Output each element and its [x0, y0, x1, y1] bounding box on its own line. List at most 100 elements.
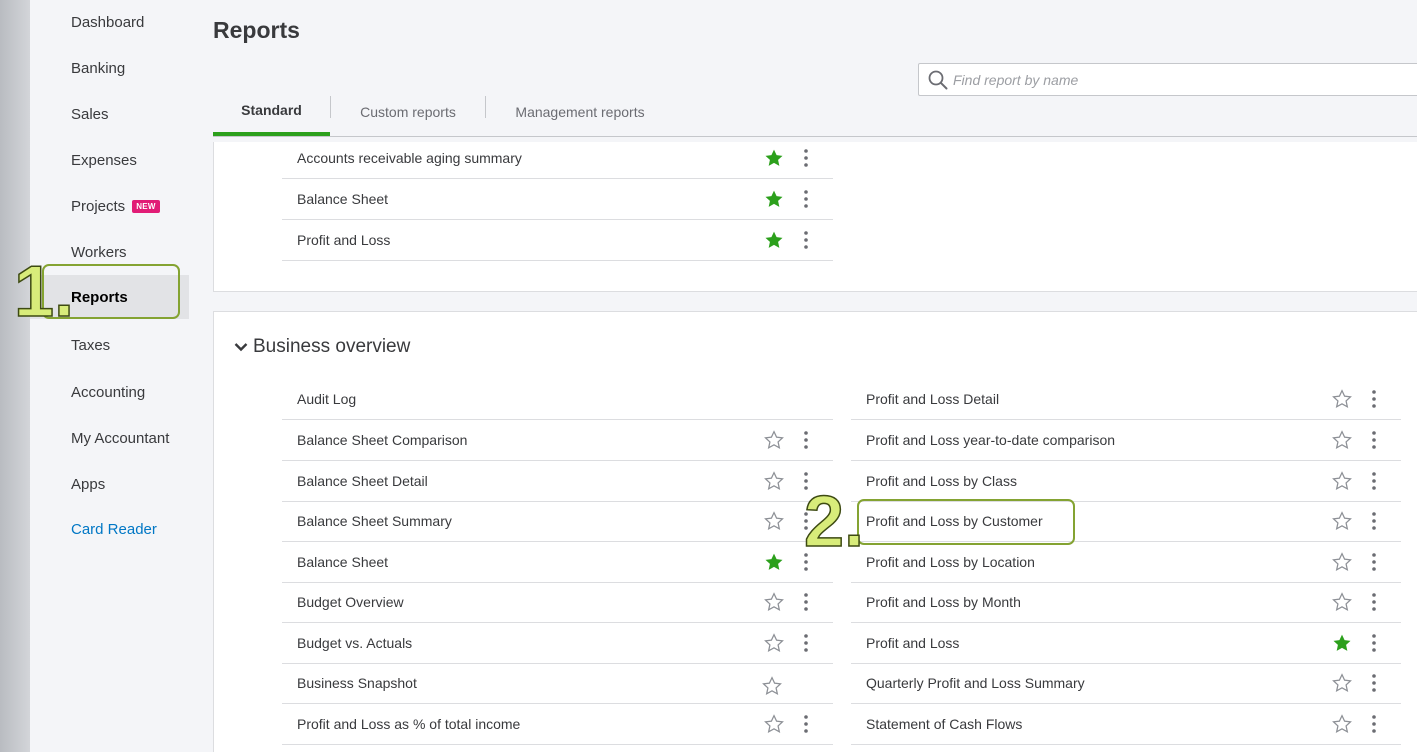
report-row: Balance Sheet Summary [282, 501, 833, 542]
sidebar-item-apps[interactable]: Apps [30, 462, 189, 506]
report-link[interactable]: Audit Log [297, 391, 356, 407]
report-link[interactable]: Profit and Loss by Location [866, 554, 1035, 570]
report-link[interactable]: Balance Sheet [297, 191, 388, 207]
report-link[interactable]: Balance Sheet Comparison [297, 432, 467, 448]
star-outline-icon[interactable] [763, 591, 785, 613]
section-toggle[interactable]: Business overview [234, 336, 410, 358]
report-row: Accounts receivable aging summary [282, 138, 833, 179]
report-link[interactable]: Profit and Loss [866, 635, 959, 651]
tabs-divider [213, 136, 1417, 137]
star-outline-icon[interactable] [1331, 388, 1353, 410]
report-link[interactable]: Profit and Loss by Month [866, 594, 1021, 610]
more-options-icon[interactable] [1369, 672, 1379, 694]
tab-label: Management reports [515, 104, 645, 120]
report-link[interactable]: Profit and Loss as % of total income [297, 716, 520, 732]
report-row: Profit and Loss as % of total income [282, 704, 833, 745]
star-outline-icon[interactable] [1331, 591, 1353, 613]
star-outline-icon[interactable] [763, 470, 785, 492]
report-row: Profit and Loss [851, 623, 1401, 664]
sidebar-item-card-reader[interactable]: Card Reader [30, 507, 189, 551]
sidebar-item-label: Accounting [71, 383, 146, 401]
more-options-icon[interactable] [801, 632, 811, 654]
star-filled-icon[interactable] [763, 551, 785, 573]
more-options-icon[interactable] [801, 429, 811, 451]
report-link[interactable]: Business Snapshot [297, 675, 417, 691]
more-options-icon[interactable] [1369, 510, 1379, 532]
report-row: Profit and Loss [282, 220, 833, 261]
star-outline-icon[interactable] [763, 632, 785, 654]
more-options-icon[interactable] [1369, 388, 1379, 410]
left-edge-bar [0, 0, 30, 752]
sidebar-item-banking[interactable]: Banking [30, 46, 189, 90]
report-row: Business Snapshot [282, 663, 833, 704]
sidebar-item-label: My Accountant [71, 429, 170, 447]
search-input[interactable] [953, 71, 1413, 88]
star-outline-icon[interactable] [763, 713, 785, 735]
tab-standard[interactable]: Standard [213, 88, 330, 136]
report-row: Balance Sheet [282, 179, 833, 220]
chevron-down-icon [234, 343, 248, 352]
report-link[interactable]: Budget Overview [297, 594, 404, 610]
report-link[interactable]: Accounts receivable aging summary [297, 150, 522, 166]
sidebar-item-expenses[interactable]: Expenses [30, 138, 189, 182]
more-options-icon[interactable] [1369, 713, 1379, 735]
report-row: Profit and Loss by Month [851, 582, 1401, 623]
report-row: Profit and Loss by Location [851, 542, 1401, 583]
sidebar-item-dashboard[interactable]: Dashboard [30, 0, 189, 44]
tab-custom-reports[interactable]: Custom reports [331, 88, 485, 136]
report-link[interactable]: Balance Sheet Summary [297, 513, 452, 529]
more-options-icon[interactable] [801, 591, 811, 613]
star-outline-icon[interactable] [1331, 713, 1353, 735]
sidebar-item-label: Apps [71, 475, 106, 493]
new-badge: NEW [132, 199, 160, 213]
more-options-icon[interactable] [1369, 551, 1379, 573]
more-options-icon[interactable] [1369, 632, 1379, 654]
sidebar-item-label: Taxes [71, 336, 111, 354]
page-title: Reports [213, 17, 300, 43]
sidebar-item-label: Card Reader [71, 520, 157, 538]
report-row: Budget vs. Actuals [282, 623, 833, 664]
star-filled-icon[interactable] [763, 147, 785, 169]
report-row: Quarterly Profit and Loss Summary [851, 663, 1401, 704]
star-filled-icon[interactable] [763, 229, 785, 251]
sidebar-item-projects[interactable]: Projects NEW [30, 184, 189, 228]
star-outline-icon[interactable] [763, 510, 785, 532]
report-row: Balance Sheet Detail [282, 461, 833, 502]
sidebar-item-my-accountant[interactable]: My Accountant [30, 416, 189, 460]
annotation-highlight-pl-by-customer [857, 499, 1075, 545]
sidebar-item-accounting[interactable]: Accounting [30, 370, 189, 414]
report-link[interactable]: Budget vs. Actuals [297, 635, 412, 651]
report-link[interactable]: Balance Sheet [297, 554, 388, 570]
report-row: Profit and Loss by Class [851, 461, 1401, 502]
star-outline-icon[interactable] [1331, 429, 1353, 451]
star-outline-icon[interactable] [1331, 672, 1353, 694]
star-filled-icon[interactable] [763, 188, 785, 210]
sidebar-item-sales[interactable]: Sales [30, 92, 189, 136]
report-link[interactable]: Profit and Loss [297, 232, 390, 248]
star-outline-icon[interactable] [763, 429, 785, 451]
more-options-icon[interactable] [1369, 591, 1379, 613]
sidebar-item-label: Dashboard [71, 13, 145, 31]
more-options-icon[interactable] [801, 188, 811, 210]
report-link[interactable]: Profit and Loss year-to-date comparison [866, 432, 1115, 448]
star-outline-icon[interactable] [1331, 470, 1353, 492]
tab-label: Standard [241, 102, 302, 118]
more-options-icon[interactable] [801, 229, 811, 251]
report-row: Profit and Loss year-to-date comparison [851, 420, 1401, 461]
more-options-icon[interactable] [801, 713, 811, 735]
star-outline-icon[interactable] [1331, 551, 1353, 573]
star-filled-icon[interactable] [1331, 632, 1353, 654]
tab-management-reports[interactable]: Management reports [486, 88, 674, 136]
report-link[interactable]: Profit and Loss by Class [866, 473, 1017, 489]
report-link[interactable]: Quarterly Profit and Loss Summary [866, 675, 1085, 691]
star-outline-icon[interactable] [1331, 510, 1353, 532]
annotation-step-1: 1. [13, 252, 75, 332]
more-options-icon[interactable] [1369, 429, 1379, 451]
report-link[interactable]: Balance Sheet Detail [297, 473, 428, 489]
more-options-icon[interactable] [1369, 470, 1379, 492]
sidebar-item-label: Projects [71, 197, 126, 215]
report-link[interactable]: Profit and Loss Detail [866, 391, 999, 407]
star-outline-icon[interactable] [761, 675, 783, 697]
report-link[interactable]: Statement of Cash Flows [866, 716, 1022, 732]
more-options-icon[interactable] [801, 147, 811, 169]
